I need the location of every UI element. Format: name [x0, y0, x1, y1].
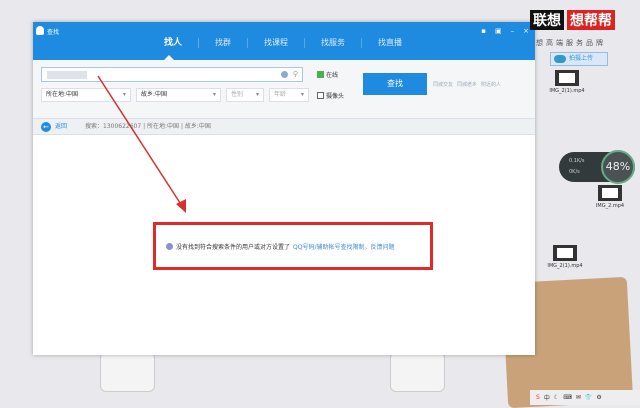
moon-icon[interactable]: ☾ [554, 394, 559, 401]
desktop-file[interactable]: IMG_2(1).mp4 [542, 70, 592, 94]
video-file-icon [598, 185, 622, 201]
language-icon[interactable]: 中 [544, 393, 550, 402]
network-speed-widget[interactable]: 0.1K/s 0K/s 48% [559, 150, 635, 184]
video-file-icon [555, 70, 579, 86]
cloud-icon [554, 55, 566, 63]
slogan: 想高端服务品牌 [536, 39, 606, 47]
mail-icon[interactable]: ✉ [576, 394, 581, 401]
settings-icon[interactable]: ⚙ [596, 394, 601, 401]
system-tray: S 中 ☾ ⌨ ✉ 👕 ⚙ [530, 390, 640, 405]
input-method-icon[interactable]: S [536, 394, 540, 401]
desktop-file[interactable]: IMG_2.mp4 [585, 185, 635, 209]
brand-logo: 联想 想帮帮 [530, 10, 615, 30]
skin-icon[interactable]: 👕 [585, 394, 592, 401]
upload-button[interactable]: 拍摄上传 [550, 52, 608, 66]
video-file-icon [553, 245, 577, 261]
desktop-file[interactable]: IMG_2(1).mp4 [540, 245, 590, 269]
memory-gauge: 48% [601, 150, 635, 184]
keyboard-icon[interactable]: ⌨ [563, 394, 572, 401]
annotation-arrow [97, 75, 186, 213]
